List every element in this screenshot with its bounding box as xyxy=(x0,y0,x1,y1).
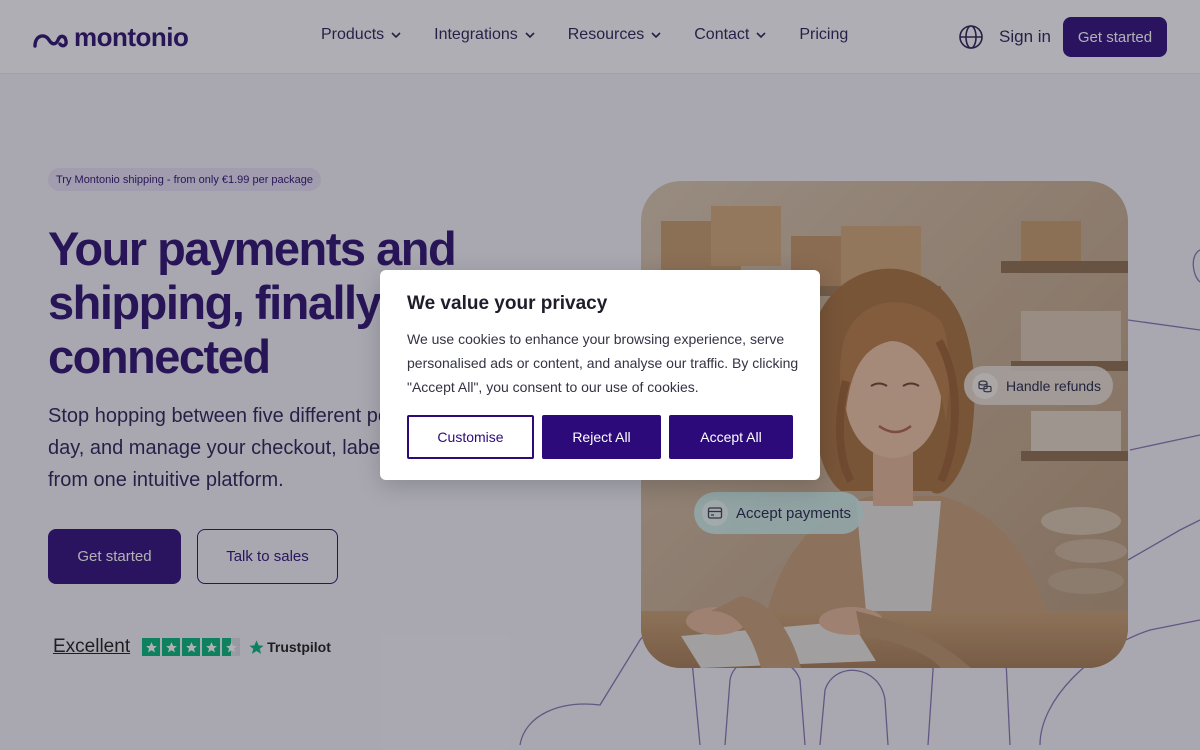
customise-button[interactable]: Customise xyxy=(407,415,534,459)
cookie-consent-dialog: We value your privacy We use cookies to … xyxy=(380,270,820,480)
reject-all-button[interactable]: Reject All xyxy=(542,415,661,459)
cookie-dialog-title: We value your privacy xyxy=(407,293,608,314)
accept-all-button[interactable]: Accept All xyxy=(669,415,793,459)
cookie-dialog-text: We use cookies to enhance your browsing … xyxy=(407,331,799,395)
